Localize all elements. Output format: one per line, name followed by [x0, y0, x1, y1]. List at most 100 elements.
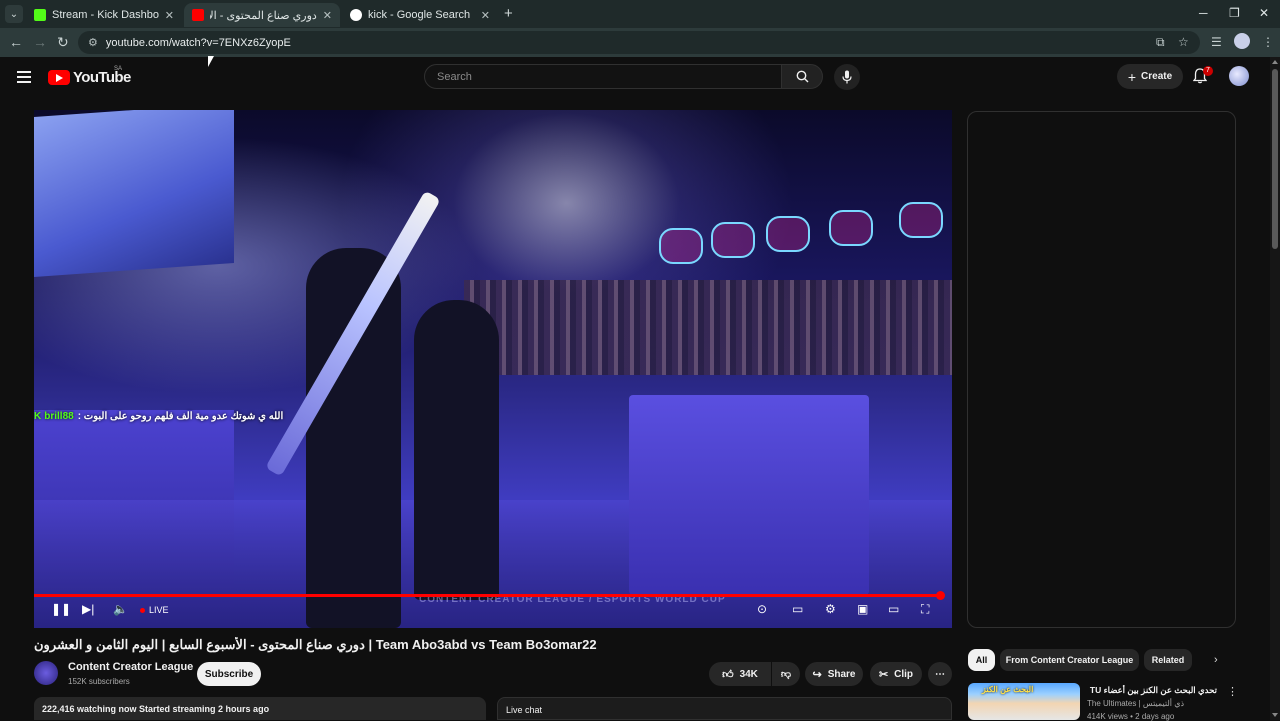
fullscreen-icon[interactable]: ⛶ [921, 602, 929, 617]
tab-close-icon[interactable]: ✕ [323, 9, 332, 22]
chat-username: brill88 [44, 410, 74, 422]
forward-arrow-icon[interactable]: → [33, 34, 47, 50]
minimize-icon[interactable]: ─ [1199, 6, 1208, 20]
chip-related[interactable]: Related [1144, 649, 1192, 671]
person-figure [306, 248, 401, 628]
reload-icon[interactable]: ↻ [57, 34, 69, 51]
country-code: SA [114, 66, 123, 72]
live-chat-label: Live chat [506, 705, 543, 715]
share-label: Share [827, 668, 856, 680]
dislike-button[interactable]: 👎︎ [772, 662, 800, 686]
page-scrollbar[interactable] [1270, 57, 1280, 720]
recommendation-channel[interactable]: The Ultimates | ذي ألتيميتس [1087, 699, 1184, 708]
scrollbar-thumb[interactable] [1272, 69, 1278, 249]
mouse-cursor-icon [208, 56, 214, 67]
google-favicon-icon [350, 9, 362, 21]
voice-search-button[interactable] [834, 64, 860, 90]
tab-title: دوري صناع المحتوى - الأ (7) [210, 9, 317, 22]
scissors-icon: ✂ [878, 668, 889, 681]
tab-search-button[interactable]: ⌄ [5, 5, 23, 23]
chevron-right-icon[interactable]: › [1214, 654, 1218, 666]
logo-text: YouTube [73, 69, 131, 86]
tab-close-icon[interactable]: ✕ [481, 9, 490, 22]
kick-favicon-icon [34, 9, 46, 21]
more-actions-button[interactable]: ⋯ [928, 662, 952, 686]
recommendation-title[interactable]: تحدي البحث عن الكنز بين أعضاء TU 🔥 [1087, 685, 1217, 696]
tab-google-search[interactable]: kick - Google Search ✕ [342, 3, 498, 27]
browser-menu-icon[interactable]: ⋮ [1262, 35, 1274, 49]
account-avatar[interactable] [1229, 66, 1249, 86]
like-count: 34K [739, 668, 758, 680]
bookmark-star-icon[interactable]: ☆ [1178, 35, 1189, 49]
stage-screen-image [34, 110, 234, 277]
like-button[interactable]: 👍︎ 34K [709, 662, 771, 686]
recommendation-thumbnail[interactable]: البحث عن الكنز [968, 683, 1080, 720]
settings-gear-icon[interactable]: ⚙ [825, 602, 836, 616]
live-chat-panel[interactable]: Live chat [497, 697, 952, 720]
live-indicator[interactable]: LIVE [140, 605, 169, 615]
youtube-favicon-icon [192, 9, 204, 21]
url-text[interactable]: youtube.com/watch?v=7ENXz6ZyopE [106, 37, 291, 49]
browser-tab-bar: ⌄ Stream - Kick Dashboard ✕ دوري صناع ال… [0, 0, 1280, 28]
subscribe-button[interactable]: Subscribe [197, 662, 261, 686]
youtube-logo[interactable]: YouTube SA [48, 66, 131, 86]
youtube-header: YouTube SA + Create 7 [0, 57, 1270, 97]
back-arrow-icon[interactable]: ← [9, 34, 23, 50]
create-button[interactable]: + Create [1117, 64, 1183, 89]
search-button[interactable] [781, 64, 823, 89]
reading-list-icon[interactable]: ☰ [1211, 35, 1222, 49]
tab-youtube-video[interactable]: دوري صناع المحتوى - الأ (7) ✕ [184, 3, 340, 27]
search-box[interactable] [424, 64, 782, 89]
clip-button[interactable]: ✂ Clip [870, 662, 922, 686]
browser-profile-avatar[interactable] [1234, 33, 1250, 49]
youtube-play-icon [48, 70, 70, 85]
share-arrow-icon: ↪ [812, 668, 822, 681]
stage-podium [629, 395, 869, 595]
clip-label: Clip [894, 668, 914, 680]
address-bar[interactable]: ⚙ youtube.com/watch?v=7ENXz6ZyopE [78, 31, 1200, 54]
maximize-icon[interactable]: ❐ [1229, 6, 1240, 20]
volume-icon[interactable]: 🔈 [113, 602, 128, 616]
install-app-icon[interactable]: ⧉ [1156, 35, 1165, 50]
kick-logo-icon: K [34, 410, 42, 422]
stage-hex-light [711, 222, 755, 258]
create-label: Create [1141, 71, 1173, 82]
watching-stats: 222,416 watching now Started streaming 2… [42, 704, 270, 714]
tab-title: Stream - Kick Dashboard [52, 9, 159, 21]
pause-icon[interactable]: ❚❚ [51, 602, 71, 616]
chat-message: الله ي شوتك عدو مية الف فلهم روحو على ال… [77, 410, 284, 422]
search-input[interactable] [437, 70, 781, 83]
side-panel-placeholder [967, 111, 1236, 628]
video-player[interactable]: K brill88 الله ي شوتك عدو مية الف فلهم ر… [34, 110, 952, 628]
video-progress-bar[interactable] [34, 591, 946, 600]
next-icon[interactable]: ▶| [82, 602, 94, 616]
video-description-box[interactable]: 222,416 watching now Started streaming 2… [34, 697, 486, 720]
theater-mode-icon[interactable]: ▭ [888, 602, 899, 616]
browser-toolbar: ← → ↻ ⚙ youtube.com/watch?v=7ENXz6ZyopE … [0, 28, 1280, 57]
close-window-icon[interactable]: ✕ [1259, 6, 1269, 20]
site-info-icon[interactable]: ⚙ [88, 36, 98, 49]
search-icon [796, 70, 808, 83]
captions-icon[interactable]: ▭ [792, 602, 803, 616]
channel-name[interactable]: Content Creator League [68, 661, 193, 673]
live-dot-icon [140, 607, 145, 613]
more-vertical-icon[interactable]: ⋮ [1227, 685, 1238, 698]
chip-all[interactable]: All [968, 649, 995, 671]
live-label: LIVE [149, 605, 169, 615]
share-button[interactable]: ↪ Share [805, 662, 863, 686]
tab-title: kick - Google Search [368, 9, 471, 21]
more-horizontal-icon: ⋯ [935, 668, 945, 680]
chip-from-channel[interactable]: From Content Creator League [1000, 649, 1139, 671]
person-figure [414, 300, 499, 600]
tab-close-icon[interactable]: ✕ [165, 9, 174, 22]
stage-hex-light [899, 202, 943, 238]
menu-hamburger-icon[interactable] [17, 71, 31, 86]
channel-avatar[interactable] [34, 661, 58, 685]
subscriber-count: 152K subscribers [68, 677, 130, 686]
kick-chat-overlay: K brill88 الله ي شوتك عدو مية الف فلهم ر… [34, 408, 283, 424]
notification-count-badge: 7 [1203, 66, 1213, 76]
autoplay-toggle-icon[interactable]: ⊙ [757, 602, 767, 616]
tab-kick-dashboard[interactable]: Stream - Kick Dashboard ✕ [26, 3, 182, 27]
new-tab-button[interactable]: + [504, 5, 513, 22]
miniplayer-icon[interactable]: ▣ [857, 602, 868, 616]
